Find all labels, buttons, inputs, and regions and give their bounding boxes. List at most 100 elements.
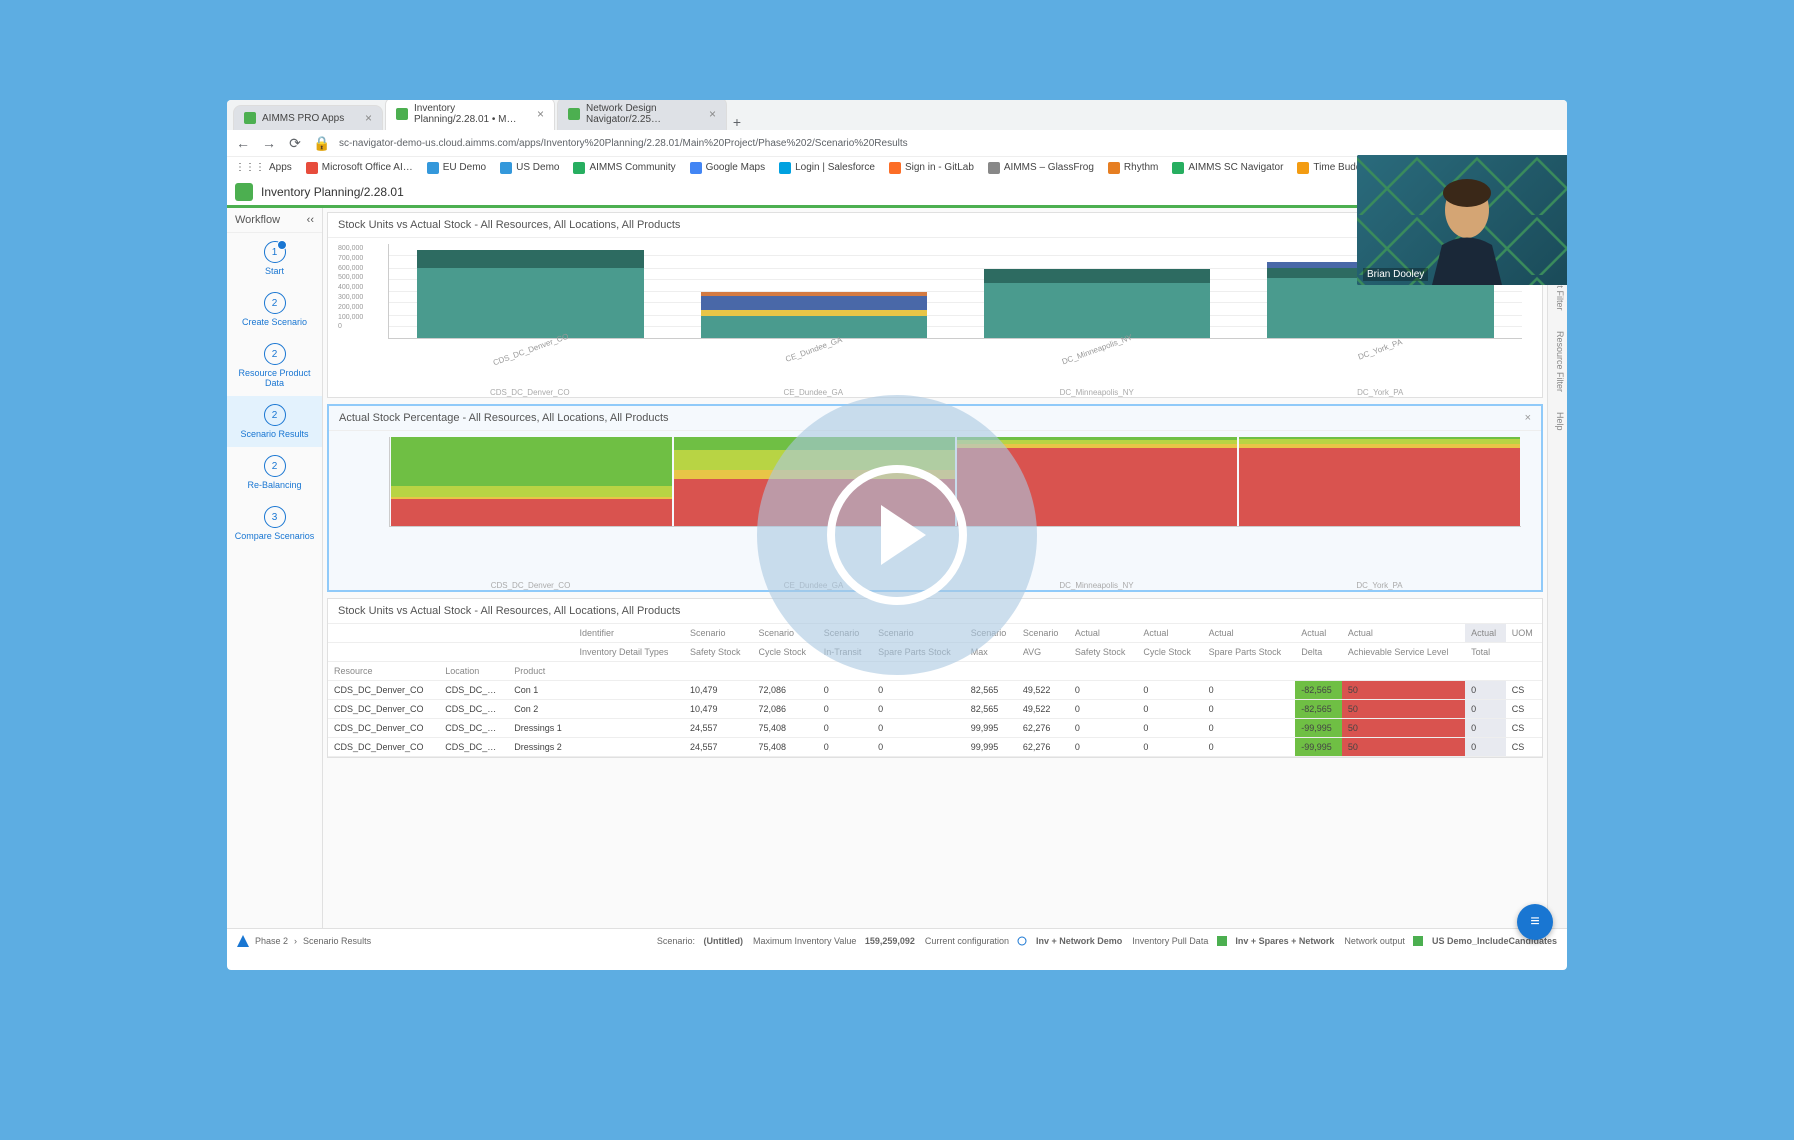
bookmark-item[interactable]: Microsoft Office AI… (306, 162, 413, 174)
table-cell: 0 (1465, 700, 1506, 719)
table-cell: 72,086 (753, 681, 818, 700)
play-button[interactable] (757, 395, 1037, 675)
bar-group[interactable]: CDS_DC_Denver_CO (389, 244, 672, 338)
rail-resource-filter[interactable]: Resource Filter (1550, 331, 1565, 392)
pct-bar[interactable] (1239, 437, 1520, 526)
table-cell: Con 2 (508, 700, 573, 719)
forward-icon[interactable]: → (261, 135, 277, 151)
table-cell: 0 (818, 700, 872, 719)
table-header (508, 624, 573, 643)
bookmark-item[interactable]: AIMMS SC Navigator (1172, 162, 1283, 174)
table-cell: CDS_DC_… (439, 700, 508, 719)
table-row[interactable]: CDS_DC_Denver_COCDS_DC_…Con 110,47972,08… (328, 681, 1542, 700)
browser-tab[interactable]: Network Design Navigator/2.25…× (557, 100, 727, 130)
workflow-step[interactable]: 1Start (227, 233, 322, 284)
bookmark-item[interactable]: Google Maps (690, 162, 765, 174)
workflow-step[interactable]: 2Resource Product Data (227, 335, 322, 396)
table-cell: 75,408 (753, 738, 818, 757)
table-cell: CDS_DC_Denver_CO (328, 738, 439, 757)
table-cell: 10,479 (684, 681, 753, 700)
table-header: Total (1465, 643, 1506, 662)
back-icon[interactable]: ← (235, 135, 251, 151)
table-header: Actual (1295, 624, 1342, 643)
table-header: Scenario (684, 624, 753, 643)
bar-group[interactable]: DC_Minneapolis_NY (956, 244, 1239, 338)
apps-icon[interactable]: ⋮⋮⋮ Apps (235, 162, 292, 173)
play-icon (881, 505, 926, 565)
table-cell: 50 (1342, 700, 1465, 719)
table-header: Actual (1203, 624, 1296, 643)
table-header (508, 643, 573, 662)
table-cell: 0 (1465, 738, 1506, 757)
table-cell: 99,995 (965, 738, 1017, 757)
bookmark-item[interactable]: AIMMS – GlassFrog (988, 162, 1094, 174)
table-header: Actual (1342, 624, 1465, 643)
workflow-step[interactable]: 2Create Scenario (227, 284, 322, 335)
bookmark-item[interactable]: Rhythm (1108, 162, 1158, 174)
table-header (753, 662, 818, 681)
workflow-step[interactable]: 2Scenario Results (227, 396, 322, 447)
table-header (1203, 662, 1296, 681)
table-cell: CDS_DC_Denver_CO (328, 700, 439, 719)
close-icon[interactable]: × (537, 107, 544, 121)
table-cell: 0 (1203, 700, 1296, 719)
data-icon (1413, 936, 1423, 946)
table-cell: 0 (1137, 719, 1202, 738)
table-cell: 0 (818, 681, 872, 700)
table-cell: 0 (818, 719, 872, 738)
table-cell: 49,522 (1017, 681, 1069, 700)
table-row[interactable]: CDS_DC_Denver_COCDS_DC_…Con 210,47972,08… (328, 700, 1542, 719)
table-cell: 0 (1069, 681, 1138, 700)
table-cell: 82,565 (965, 681, 1017, 700)
table-header: Cycle Stock (1137, 643, 1202, 662)
gear-icon[interactable] (1017, 936, 1027, 946)
breadcrumb[interactable]: Phase 2 (255, 936, 288, 946)
table-cell: CS (1506, 719, 1542, 738)
browser-tab[interactable]: Inventory Planning/2.28.01 • M…× (385, 100, 555, 130)
close-icon[interactable]: × (1525, 412, 1531, 424)
table-cell: -82,565 (1295, 681, 1342, 700)
breadcrumb[interactable]: Scenario Results (303, 936, 371, 946)
table-row[interactable]: CDS_DC_Denver_COCDS_DC_…Dressings 124,55… (328, 719, 1542, 738)
menu-icon: ≡ (1530, 913, 1539, 931)
table-header (1017, 662, 1069, 681)
table-cell: 0 (1203, 681, 1296, 700)
rail-help[interactable]: Help (1550, 412, 1565, 431)
workflow-step[interactable]: 3Compare Scenarios (227, 498, 322, 549)
table-cell: -99,995 (1295, 719, 1342, 738)
browser-tabs: AIMMS PRO Apps× Inventory Planning/2.28.… (227, 100, 1567, 130)
bookmark-item[interactable]: AIMMS Community (573, 162, 675, 174)
table-cell: -82,565 (1295, 700, 1342, 719)
browser-tab[interactable]: AIMMS PRO Apps× (233, 105, 383, 130)
close-icon[interactable]: × (709, 107, 716, 121)
bar-group[interactable]: CE_Dundee_GA (672, 244, 955, 338)
pct-bar[interactable] (391, 437, 672, 526)
aimms-logo-icon (237, 935, 249, 947)
table-cell: 0 (818, 738, 872, 757)
bookmark-item[interactable]: Sign in - GitLab (889, 162, 974, 174)
new-tab-icon[interactable]: + (729, 114, 745, 130)
table-header: Resource (328, 662, 439, 681)
reload-icon[interactable]: ⟳ (287, 135, 303, 152)
table-cell (573, 719, 684, 738)
table-cell: CS (1506, 681, 1542, 700)
bookmark-item[interactable]: US Demo (500, 162, 559, 174)
address-bar[interactable]: sc-navigator-demo-us.cloud.aimms.com/app… (339, 138, 1559, 149)
table-cell: 62,276 (1017, 738, 1069, 757)
chevron-left-icon[interactable]: ‹‹ (307, 214, 314, 226)
table-cell: 99,995 (965, 719, 1017, 738)
menu-fab[interactable]: ≡ (1517, 904, 1553, 940)
close-icon[interactable]: × (365, 111, 372, 125)
table-header (1137, 662, 1202, 681)
workflow-step[interactable]: 2Re-Balancing (227, 447, 322, 498)
table-cell: 0 (1069, 719, 1138, 738)
table-cell: 24,557 (684, 738, 753, 757)
table-row[interactable]: CDS_DC_Denver_COCDS_DC_…Dressings 224,55… (328, 738, 1542, 757)
table-cell: 72,086 (753, 700, 818, 719)
bookmark-item[interactable]: EU Demo (427, 162, 486, 174)
table-cell: Dressings 2 (508, 738, 573, 757)
right-rail: View Product Filter Resource Filter Help (1547, 208, 1567, 928)
table-header (1342, 662, 1465, 681)
bookmark-item[interactable]: Login | Salesforce (779, 162, 875, 174)
table-cell: 82,565 (965, 700, 1017, 719)
